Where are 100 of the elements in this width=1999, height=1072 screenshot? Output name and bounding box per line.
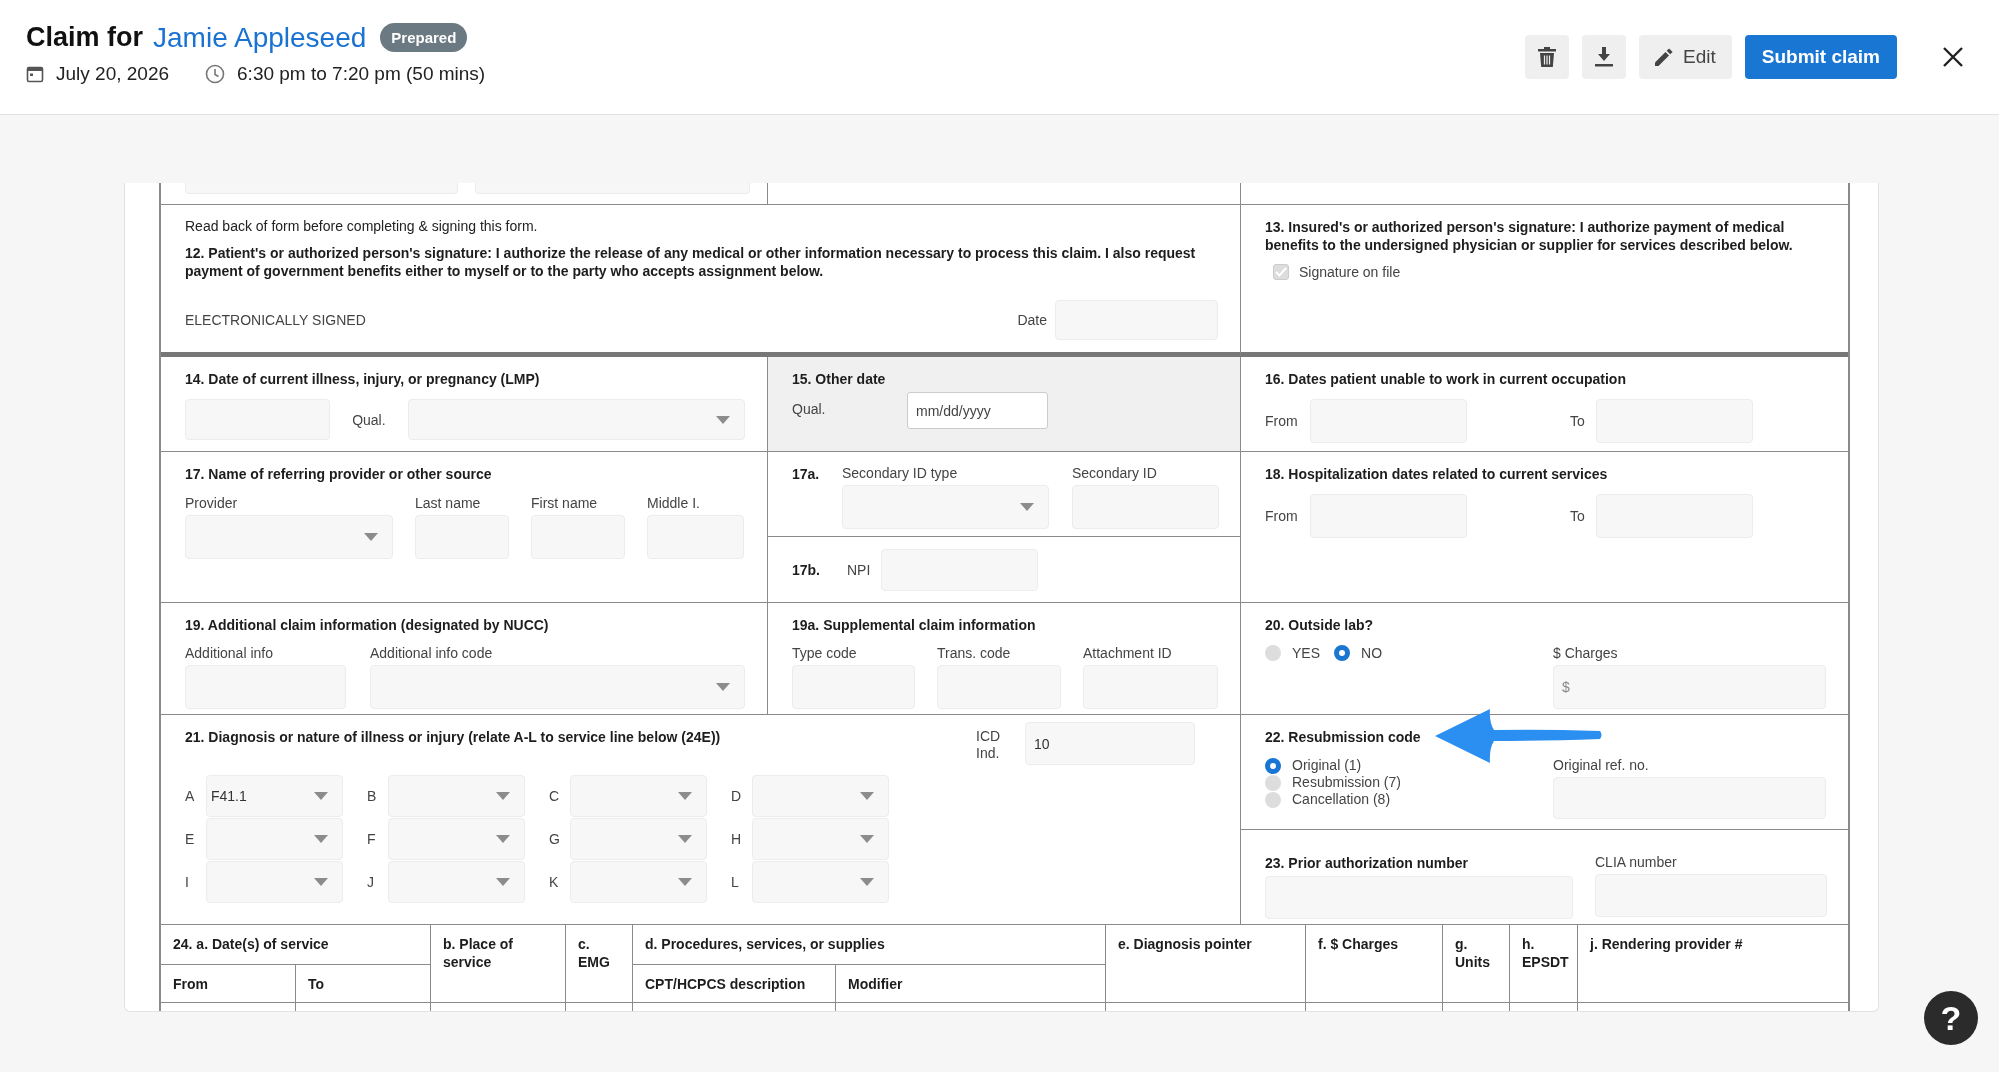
radio-option[interactable]: Original (1) [1265, 757, 1553, 774]
dropdown[interactable] [570, 861, 707, 903]
field-label: K [549, 874, 560, 890]
dropdown[interactable] [842, 485, 1049, 529]
dropdown[interactable]: F41.1 [206, 775, 343, 817]
field-label: CLIA number [1595, 854, 1678, 870]
section-heading: 17. Name of referring provider or other source [185, 465, 493, 483]
dropdown[interactable] [206, 861, 343, 903]
clock-icon [205, 63, 226, 84]
edit-button[interactable]: Edit [1639, 34, 1732, 79]
section-heading: 19. Additional claim information (designated by NUCC) [185, 616, 550, 634]
field-label: Secondary ID type [842, 465, 959, 481]
dropdown[interactable] [388, 861, 525, 903]
caret-icon [678, 835, 692, 843]
field-label: I [185, 874, 190, 890]
column-header: f. $ Charges [1306, 925, 1443, 1003]
field-label: Date [1017, 312, 1047, 328]
dropdown[interactable] [388, 818, 525, 860]
radio-option[interactable]: YES [1265, 645, 1320, 661]
field-label: Attachment ID [1083, 645, 1173, 661]
caret-icon [860, 792, 874, 800]
dropdown[interactable] [185, 515, 393, 559]
status-badge: Prepared [380, 23, 468, 52]
field-label: J [367, 874, 375, 890]
section-heading: 19a. Supplemental claim information [792, 616, 1037, 634]
time-text: 6:30 pm to 7:20 pm (50 mins) [237, 62, 486, 85]
caret-icon [314, 835, 328, 843]
field-label: From [1265, 508, 1299, 524]
box-number: 17b. [792, 560, 821, 579]
column-header: Modifier [836, 965, 1106, 1003]
caret-icon [716, 415, 730, 424]
date-field[interactable]: mm/dd/yyyy [907, 392, 1048, 429]
field-label: Provider [185, 495, 239, 511]
download-button[interactable] [1582, 34, 1626, 79]
field-label: A [185, 788, 196, 804]
help-button[interactable]: ? [1924, 991, 1978, 1045]
field-label: Additional info code [370, 645, 494, 661]
field-label: F [367, 831, 377, 847]
dropdown[interactable] [206, 818, 343, 860]
box-number: 17a. [792, 465, 819, 483]
caret-icon [860, 835, 874, 843]
trash-icon [1538, 46, 1556, 67]
dropdown[interactable] [752, 775, 889, 817]
field-label: L [731, 874, 740, 890]
column-header: To [296, 965, 431, 1003]
dropdown[interactable] [388, 775, 525, 817]
dropdown[interactable] [570, 818, 707, 860]
dropdown[interactable] [407, 399, 745, 440]
caret-icon [314, 878, 328, 886]
field-label: G [549, 831, 561, 847]
field-label: Secondary ID [1072, 465, 1158, 481]
radio-option[interactable]: NO [1334, 645, 1382, 661]
section-heading: 14. Date of current illness, injury, or pregnancy (LMP) [185, 370, 541, 388]
delete-button[interactable] [1525, 34, 1569, 79]
dropdown[interactable] [752, 861, 889, 903]
date-text: July 20, 2026 [56, 62, 170, 85]
section-heading: 13. Insured's or authorized person's signature: I authorize payment of medical benefits to the undersigned physician or supplier for services described below. [1265, 218, 1794, 254]
dropdown[interactable] [370, 665, 745, 709]
field-label: H [731, 831, 743, 847]
section-heading: 23. Prior authorization number [1265, 854, 1470, 872]
field-label: To [1570, 508, 1586, 524]
dropdown[interactable] [752, 818, 889, 860]
field-label: Middle I. [647, 495, 701, 511]
section-heading: 21. Diagnosis or nature of illness or injury (relate A-L to service line below (24E)) [185, 728, 721, 747]
caret-icon [678, 878, 692, 886]
caret-icon [496, 792, 510, 800]
field-label: Trans. code [937, 645, 1012, 661]
field-label: B [367, 788, 378, 804]
field-label: $ Charges [1553, 645, 1619, 661]
field-label: Qual. [792, 401, 827, 417]
column-header: h. EPSDT [1510, 925, 1578, 1003]
section-heading: 18. Hospitalization dates related to current services [1265, 465, 1609, 483]
checkmark-icon [1275, 267, 1287, 277]
column-header: g. Units [1443, 925, 1510, 1003]
section-heading: 22. Resubmission code [1265, 728, 1422, 746]
field-label: From [1265, 413, 1299, 429]
column-header: d. Procedures, services, or supplies [633, 925, 1106, 965]
radio-option[interactable]: Resubmission (7) [1265, 774, 1553, 791]
caret-icon [496, 878, 510, 886]
field-label: C [549, 788, 561, 804]
caret-icon [860, 878, 874, 886]
signature-status: ELECTRONICALLY SIGNED [185, 312, 366, 328]
field-label: D [731, 788, 743, 804]
column-header: b. Place of service [431, 925, 566, 1003]
patient-link[interactable]: Jamie Appleseed [153, 21, 367, 54]
caret-icon [1020, 503, 1034, 511]
submit-button[interactable]: Submit claim [1744, 34, 1897, 79]
column-header: c. EMG [566, 925, 633, 1003]
section-heading: 15. Other date [792, 370, 887, 388]
field-label: To [1570, 413, 1586, 429]
page-title: Claim for [26, 22, 144, 53]
caret-icon [678, 792, 692, 800]
dropdown[interactable] [570, 775, 707, 817]
input-field[interactable]: 10 [1025, 722, 1195, 765]
radio-option[interactable]: Cancellation (8) [1265, 791, 1553, 808]
caret-icon [496, 835, 510, 843]
field-label: Original ref. no. [1553, 757, 1650, 773]
field-label: NPI [847, 561, 872, 578]
charges-field[interactable]: $ [1553, 665, 1826, 709]
field-label: Additional info [185, 645, 274, 661]
